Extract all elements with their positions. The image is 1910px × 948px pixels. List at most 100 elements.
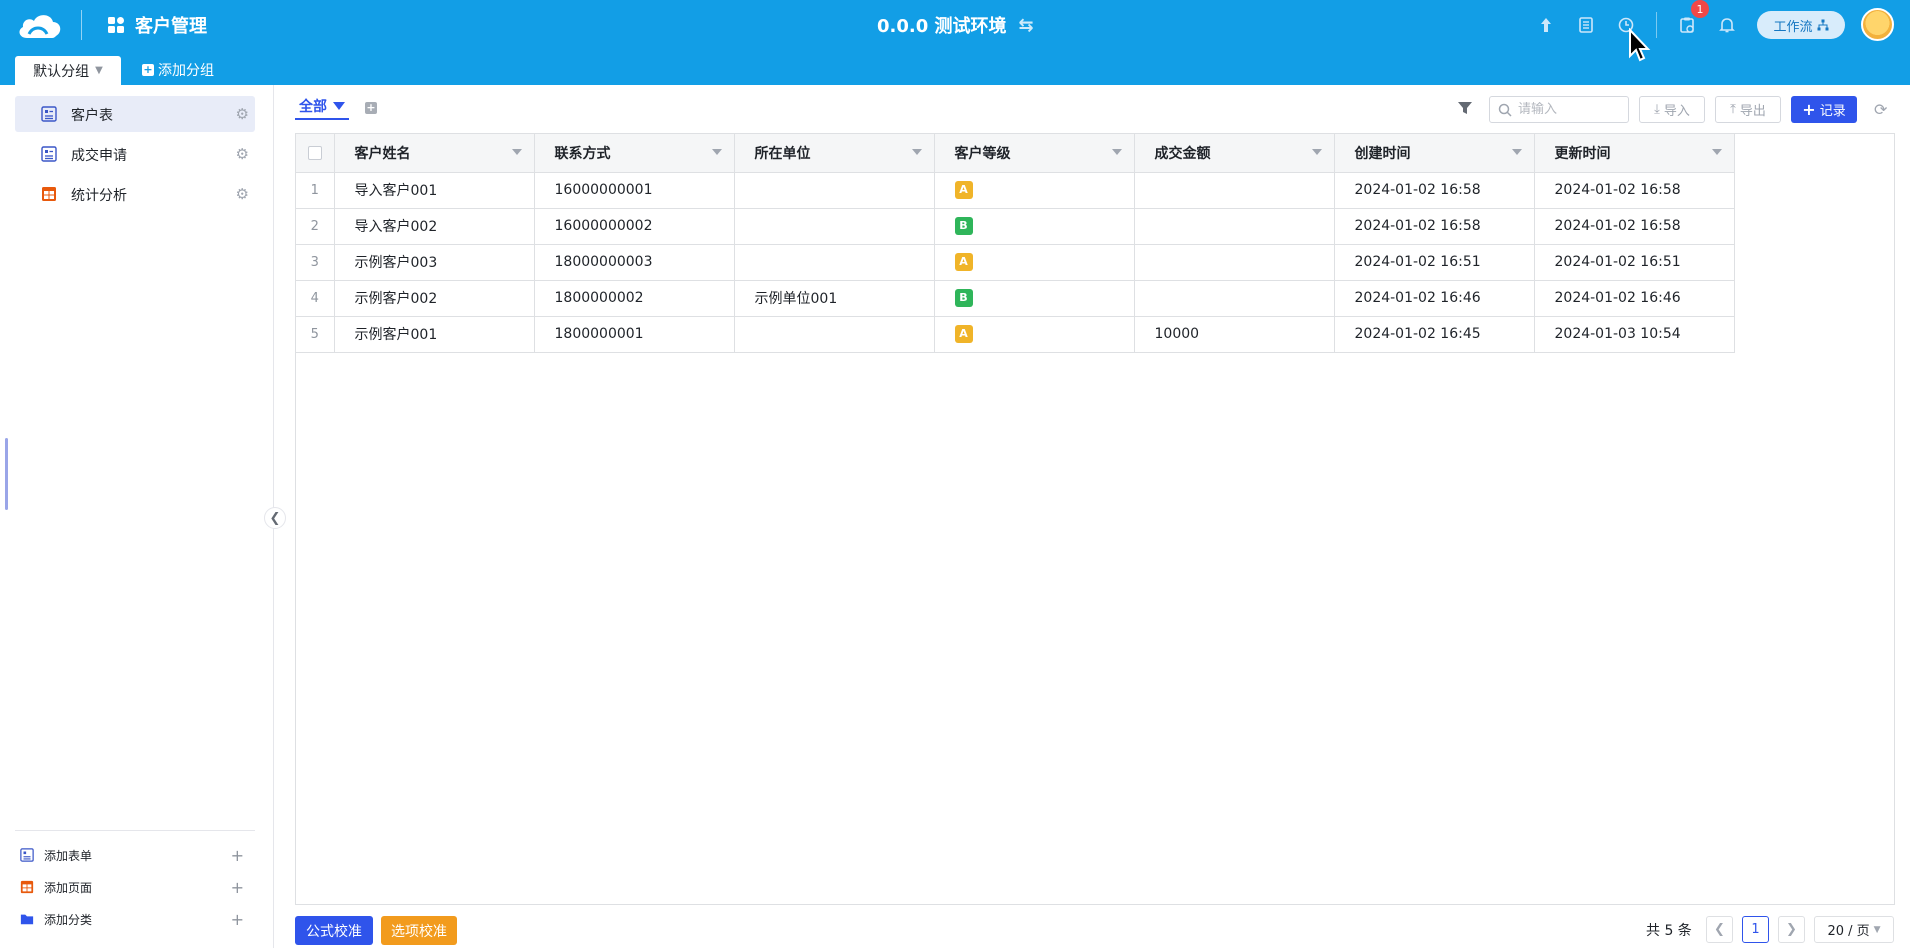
plus-icon[interactable]: +	[231, 910, 244, 929]
import-button[interactable]: ⤓ 导入	[1639, 96, 1705, 123]
cell-contact[interactable]: 18000000003	[534, 244, 735, 281]
cell-company[interactable]	[734, 172, 935, 209]
cell-updated[interactable]: 2024-01-02 16:46	[1534, 280, 1735, 317]
search-field[interactable]	[1518, 102, 1618, 117]
add-category-button[interactable]: 添加分类 +	[20, 907, 250, 931]
table-row[interactable]: 2 导入客户002 16000000002 B 2024-01-02 16:58…	[296, 208, 1735, 245]
search-input[interactable]	[1489, 96, 1629, 123]
cell-updated[interactable]: 2024-01-03 10:54	[1534, 316, 1735, 353]
table-row[interactable]: 1 导入客户001 16000000001 A 2024-01-02 16:58…	[296, 172, 1735, 209]
add-form-button[interactable]: 添加表单 +	[20, 843, 250, 867]
cell-contact[interactable]: 16000000002	[534, 208, 735, 245]
refresh-icon[interactable]: ⟳	[1874, 100, 1892, 119]
view-tab-all[interactable]: 全部	[295, 96, 349, 120]
plus-icon[interactable]: +	[231, 846, 244, 865]
gear-icon[interactable]: ⚙	[236, 145, 249, 163]
workflow-button[interactable]: 工作流	[1757, 11, 1845, 39]
option-check-button[interactable]: 选项校准	[381, 916, 457, 945]
cell-updated[interactable]: 2024-01-02 16:58	[1534, 172, 1735, 209]
gear-icon[interactable]: ⚙	[236, 185, 249, 203]
environment-switcher[interactable]: 0.0.0 测试环境 ⇆	[877, 12, 1034, 38]
filter-icon[interactable]	[1457, 100, 1473, 116]
cell-level[interactable]: A	[934, 316, 1135, 353]
add-page-button[interactable]: 添加页面 +	[20, 875, 250, 899]
chevron-down-icon[interactable]: ▼	[95, 65, 103, 76]
collapse-sidebar-button[interactable]: ❮	[264, 507, 286, 529]
column-header[interactable]: 更新时间	[1534, 134, 1735, 173]
sidebar-item-statistics[interactable]: 统计分析 ⚙	[15, 176, 255, 212]
column-header-label: 客户等级	[954, 145, 1011, 162]
caret-down-icon	[333, 101, 345, 110]
cell-name[interactable]: 导入客户001	[334, 172, 535, 209]
plus-icon[interactable]: +	[231, 878, 244, 897]
prev-page-button[interactable]: ❮	[1706, 916, 1733, 943]
cell-created[interactable]: 2024-01-02 16:51	[1334, 244, 1535, 281]
cell-name[interactable]: 导入客户002	[334, 208, 535, 245]
cell-updated[interactable]: 2024-01-02 16:58	[1534, 208, 1735, 245]
export-button[interactable]: ⤒ 导出	[1715, 96, 1781, 123]
cell-contact[interactable]: 1800000002	[534, 280, 735, 317]
sort-caret-icon[interactable]	[711, 149, 722, 155]
gear-icon[interactable]: ⚙	[236, 105, 249, 123]
cell-name[interactable]: 示例客户003	[334, 244, 535, 281]
cell-contact[interactable]: 16000000001	[534, 172, 735, 209]
cell-created[interactable]: 2024-01-02 16:58	[1334, 172, 1535, 209]
cell-amount[interactable]	[1134, 172, 1335, 209]
sidebar-item-customer-table[interactable]: 客户表 ⚙	[15, 96, 255, 132]
swap-icon[interactable]: ⇆	[1019, 15, 1034, 36]
document-icon[interactable]	[1575, 14, 1597, 36]
bell-icon[interactable]	[1716, 14, 1738, 36]
add-view-button[interactable]: +	[365, 102, 377, 114]
cell-contact[interactable]: 1800000001	[534, 316, 735, 353]
table-row[interactable]: 4 示例客户002 1800000002 示例单位001 B 2024-01-0…	[296, 280, 1735, 317]
column-header[interactable]: 所在单位	[734, 134, 935, 173]
cell-company[interactable]	[734, 208, 935, 245]
cell-company[interactable]	[734, 316, 935, 353]
cell-amount[interactable]	[1134, 244, 1335, 281]
cell-level[interactable]: B	[934, 280, 1135, 317]
page-size-select[interactable]: 20 / 页 ▼	[1814, 916, 1894, 943]
cell-amount[interactable]	[1134, 280, 1335, 317]
column-header[interactable]: 客户等级	[934, 134, 1135, 173]
formula-check-button[interactable]: 公式校准	[295, 916, 373, 945]
cell-created[interactable]: 2024-01-02 16:46	[1334, 280, 1535, 317]
table-row[interactable]: 5 示例客户001 1800000001 A 10000 2024-01-02 …	[296, 316, 1735, 353]
sort-caret-icon[interactable]	[1311, 149, 1322, 155]
cell-level[interactable]: B	[934, 208, 1135, 245]
sort-caret-icon[interactable]	[511, 149, 522, 155]
add-group-button[interactable]: + 添加分组	[142, 60, 214, 80]
column-header[interactable]: 客户姓名	[334, 134, 535, 173]
clipboard-icon[interactable]	[1676, 14, 1698, 36]
avatar[interactable]	[1861, 8, 1894, 41]
column-header[interactable]: 成交金额	[1134, 134, 1335, 173]
sort-caret-icon[interactable]	[1511, 149, 1522, 155]
sort-caret-icon[interactable]	[911, 149, 922, 155]
upload-icon[interactable]	[1535, 14, 1557, 36]
cell-name[interactable]: 示例客户001	[334, 316, 535, 353]
column-header[interactable]: 创建时间	[1334, 134, 1535, 173]
sort-caret-icon[interactable]	[1711, 149, 1722, 155]
cell-created[interactable]: 2024-01-02 16:58	[1334, 208, 1535, 245]
resize-handle[interactable]	[5, 438, 8, 510]
page-number-button[interactable]: 1	[1742, 916, 1769, 943]
tab-default-group[interactable]: 默认分组 ▼	[15, 56, 121, 85]
cell-level[interactable]: A	[934, 244, 1135, 281]
cloud-logo-icon[interactable]	[15, 10, 63, 42]
column-header[interactable]: 联系方式	[534, 134, 735, 173]
next-page-button[interactable]: ❯	[1778, 916, 1805, 943]
cell-amount[interactable]	[1134, 208, 1335, 245]
page-size-value: 20 / 页	[1827, 924, 1870, 939]
add-record-button[interactable]: + 记录	[1791, 96, 1857, 123]
cell-level[interactable]: A	[934, 172, 1135, 209]
cell-company[interactable]	[734, 244, 935, 281]
cell-created[interactable]: 2024-01-02 16:45	[1334, 316, 1535, 353]
cell-company[interactable]: 示例单位001	[734, 280, 935, 317]
app-title[interactable]: 客户管理	[107, 12, 207, 38]
cell-name[interactable]: 示例客户002	[334, 280, 535, 317]
select-all-checkbox[interactable]	[307, 145, 322, 160]
sidebar-item-deal-application[interactable]: 成交申请 ⚙	[15, 136, 255, 172]
table-row[interactable]: 3 示例客户003 18000000003 A 2024-01-02 16:51…	[296, 244, 1735, 281]
sort-caret-icon[interactable]	[1111, 149, 1122, 155]
cell-amount[interactable]: 10000	[1134, 316, 1335, 353]
cell-updated[interactable]: 2024-01-02 16:51	[1534, 244, 1735, 281]
